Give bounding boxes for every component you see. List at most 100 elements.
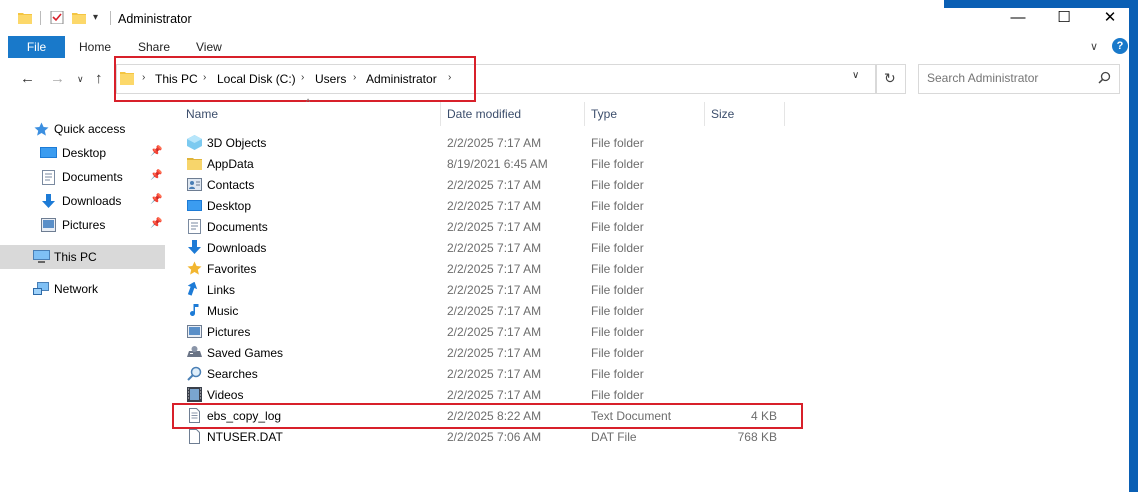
star-icon (34, 122, 49, 136)
file-row[interactable]: Links 2/2/2025 7:17 AM File folder (185, 279, 785, 300)
column-header-date-modified[interactable]: Date modified (447, 107, 521, 121)
file-type: File folder (591, 346, 644, 360)
file-date: 2/2/2025 7:17 AM (447, 388, 542, 402)
file-date: 8/19/2021 6:45 AM (447, 157, 548, 171)
sidebar-item-desktop[interactable]: Desktop 📌 (0, 141, 165, 165)
column-header-type[interactable]: Type (591, 107, 617, 121)
sidebar-item-label: This PC (54, 250, 97, 264)
search-icon (187, 366, 202, 381)
search-box[interactable] (918, 64, 1120, 94)
pictures-icon (41, 218, 56, 232)
file-name: 3D Objects (207, 136, 267, 150)
sidebar-item-this-pc[interactable]: This PC (0, 245, 165, 269)
file-type: File folder (591, 241, 644, 255)
maximize-button[interactable]: ☐ (1041, 0, 1087, 36)
search-input[interactable] (927, 71, 1087, 85)
sidebar-item-network[interactable]: Network (0, 277, 165, 301)
file-highlight-box (172, 403, 803, 429)
downloads-icon (188, 240, 201, 254)
links-icon (187, 282, 198, 296)
expand-ribbon-icon[interactable]: ∨ (1090, 40, 1098, 53)
saved-games-icon (187, 346, 202, 357)
pin-icon[interactable]: 📌 (150, 146, 162, 157)
file-row[interactable]: Saved Games 2/2/2025 7:17 AM File folder (185, 342, 785, 363)
search-icon[interactable] (1098, 71, 1111, 84)
sidebar-item-quick-access[interactable]: Quick access (0, 117, 165, 141)
file-row[interactable]: Contacts 2/2/2025 7:17 AM File folder (185, 174, 785, 195)
file-row[interactable]: Searches 2/2/2025 7:17 AM File folder (185, 363, 785, 384)
file-row[interactable]: 3D Objects 2/2/2025 7:17 AM File folder (185, 132, 785, 153)
back-icon[interactable]: ← (20, 70, 35, 87)
downloads-icon (42, 194, 55, 208)
sidebar-item-documents[interactable]: Documents 📌 (0, 165, 165, 189)
toolbar-divider (110, 11, 111, 25)
file-row[interactable]: Music 2/2/2025 7:17 AM File folder (185, 300, 785, 321)
tab-file[interactable]: File (8, 36, 65, 58)
file-type: File folder (591, 220, 644, 234)
sidebar-item-downloads[interactable]: Downloads 📌 (0, 189, 165, 213)
tab-share[interactable]: Share (138, 36, 170, 58)
file-name: Pictures (207, 325, 251, 339)
computer-icon (33, 250, 50, 263)
minimize-button[interactable]: — (995, 0, 1041, 36)
pin-icon[interactable]: 📌 (150, 194, 162, 205)
network-icon (33, 282, 49, 295)
sidebar-item-label: Desktop (62, 146, 107, 160)
file-row[interactable]: Desktop 2/2/2025 7:17 AM File folder (185, 195, 785, 216)
tab-home[interactable]: Home (79, 36, 111, 58)
file-type: File folder (591, 157, 644, 171)
address-history-icon[interactable]: ∨ (852, 70, 859, 81)
pin-icon[interactable]: 📌 (150, 218, 162, 229)
new-folder-icon[interactable] (72, 11, 86, 24)
file-date: 2/2/2025 7:17 AM (447, 346, 542, 360)
forward-icon[interactable]: → (50, 70, 65, 87)
column-divider[interactable] (704, 102, 705, 126)
file-row[interactable]: Downloads 2/2/2025 7:17 AM File folder (185, 237, 785, 258)
properties-icon[interactable] (50, 11, 64, 24)
customize-toolbar-icon[interactable]: ▾ (93, 12, 98, 23)
up-icon[interactable]: ↑ (95, 70, 103, 87)
file-name: Saved Games (207, 346, 284, 360)
address-highlight-box (114, 56, 476, 102)
file-date: 2/2/2025 7:17 AM (447, 325, 542, 339)
sort-ascending-icon: ^ (306, 97, 311, 107)
pictures-icon (187, 325, 202, 338)
file-row[interactable]: NTUSER.DAT 2/2/2025 7:06 AM DAT File 768… (185, 426, 785, 447)
sidebar-item-label: Quick access (54, 122, 126, 136)
recent-locations-icon[interactable]: ∨ (77, 74, 84, 85)
file-name: Searches (207, 367, 258, 381)
file-date: 2/2/2025 7:17 AM (447, 199, 542, 213)
column-divider[interactable] (584, 102, 585, 126)
file-name: Contacts (207, 178, 255, 192)
close-button[interactable]: ✕ (1087, 0, 1133, 36)
file-row[interactable]: Videos 2/2/2025 7:17 AM File folder (185, 384, 785, 405)
file-row[interactable]: Pictures 2/2/2025 7:17 AM File folder (185, 321, 785, 342)
3d-objects-icon (187, 135, 202, 150)
column-divider[interactable] (440, 102, 441, 126)
toolbar-divider (40, 11, 41, 25)
help-icon[interactable]: ? (1112, 38, 1128, 54)
file-type: File folder (591, 136, 644, 150)
sidebar-item-label: Network (54, 282, 99, 296)
file-row[interactable]: Documents 2/2/2025 7:17 AM File folder (185, 216, 785, 237)
file-icon (189, 429, 200, 444)
desktop-icon (40, 147, 57, 158)
column-divider[interactable] (784, 102, 785, 126)
file-row[interactable]: AppData 8/19/2021 6:45 AM File folder (185, 153, 785, 174)
refresh-icon: ↻ (884, 70, 896, 86)
file-name: AppData (207, 157, 254, 171)
file-type: File folder (591, 178, 644, 192)
videos-icon (187, 387, 202, 402)
file-date: 2/2/2025 7:17 AM (447, 283, 542, 297)
file-name: Desktop (207, 199, 252, 213)
pin-icon[interactable]: 📌 (150, 170, 162, 181)
column-header-size[interactable]: Size (711, 107, 734, 121)
column-header-name[interactable]: Name (186, 107, 218, 121)
file-row[interactable]: Favorites 2/2/2025 7:17 AM File folder (185, 258, 785, 279)
tab-view[interactable]: View (196, 36, 222, 58)
file-name: NTUSER.DAT (207, 430, 283, 444)
file-name: Music (207, 304, 239, 318)
sidebar-item-pictures[interactable]: Pictures 📌 (0, 213, 165, 237)
file-name: Documents (207, 220, 268, 234)
documents-icon (42, 170, 55, 185)
